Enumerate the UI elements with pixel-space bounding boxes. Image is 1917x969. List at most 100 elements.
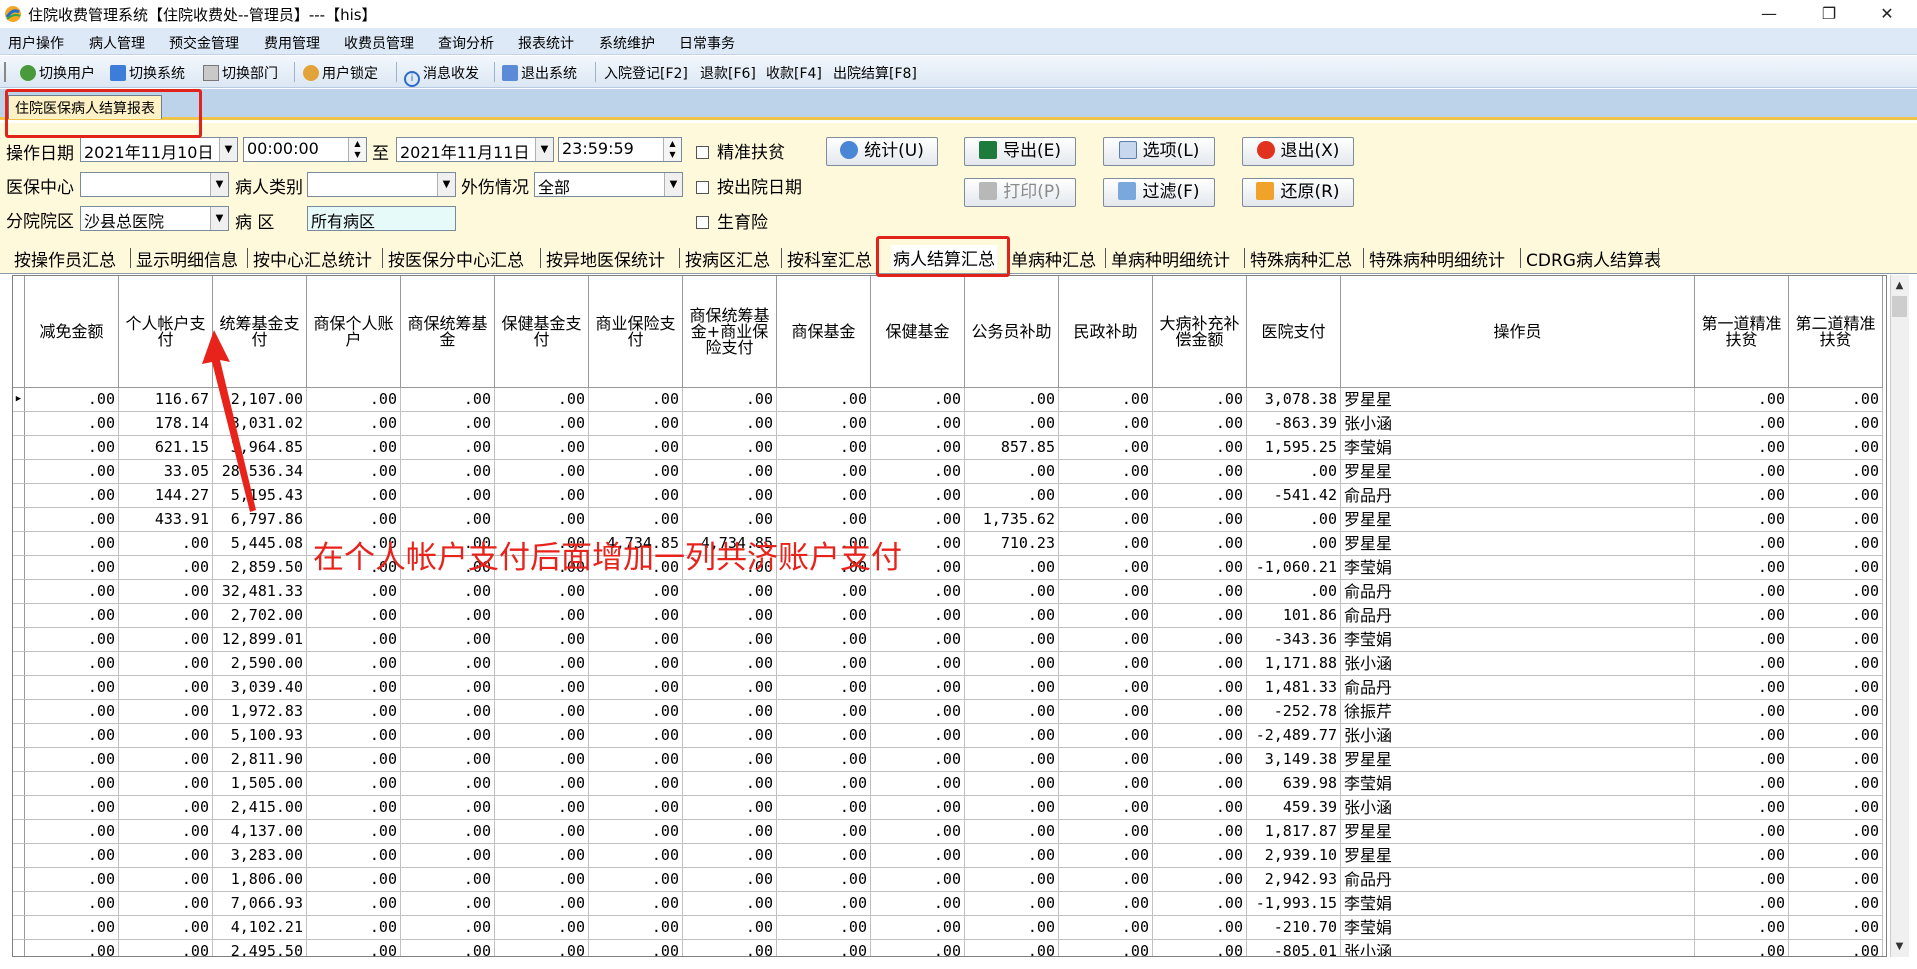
amount-cell[interactable]: .00	[1789, 604, 1883, 628]
amount-cell[interactable]: .00	[1153, 892, 1247, 916]
amount-cell[interactable]: .00	[683, 676, 777, 700]
amount-cell[interactable]: .00	[683, 652, 777, 676]
amount-cell[interactable]: .00	[495, 388, 589, 412]
amount-cell[interactable]: 2,590.00	[213, 652, 307, 676]
amount-cell[interactable]: .00	[1153, 820, 1247, 844]
amount-cell[interactable]: .00	[777, 460, 871, 484]
row-indicator[interactable]	[13, 436, 25, 460]
amount-cell[interactable]: .00	[871, 460, 965, 484]
amount-cell[interactable]: .00	[1789, 820, 1883, 844]
amount-cell[interactable]: .00	[965, 412, 1059, 436]
amount-cell[interactable]: .00	[119, 532, 213, 556]
date-from-picker[interactable]: 2021年11月10日 ▼	[80, 137, 238, 162]
amount-cell[interactable]: .00	[1153, 436, 1247, 460]
amount-cell[interactable]: -541.42	[1247, 484, 1341, 508]
amount-cell[interactable]: .00	[871, 652, 965, 676]
operator-cell[interactable]: 罗星星	[1341, 820, 1695, 844]
amount-cell[interactable]: .00	[1059, 604, 1153, 628]
row-indicator[interactable]	[13, 676, 25, 700]
amount-cell[interactable]: .00	[1059, 844, 1153, 868]
amount-cell[interactable]: .00	[1695, 772, 1789, 796]
amount-cell[interactable]: .00	[871, 604, 965, 628]
amount-cell[interactable]: .00	[25, 796, 119, 820]
amount-cell[interactable]: .00	[307, 676, 401, 700]
amount-cell[interactable]: .00	[589, 436, 683, 460]
current-row-indicator-icon[interactable]: ▶	[13, 388, 25, 412]
amount-cell[interactable]: .00	[495, 844, 589, 868]
amount-cell[interactable]: .00	[777, 508, 871, 532]
amount-cell[interactable]: .00	[965, 484, 1059, 508]
operator-cell[interactable]: 李莹娟	[1341, 436, 1695, 460]
table-row[interactable]: .00 33.05 28,536.34.00.00.00.00.00.00.00.0…	[13, 460, 1883, 484]
row-indicator[interactable]	[13, 796, 25, 820]
amount-cell[interactable]: .00	[871, 724, 965, 748]
amount-cell[interactable]: .00	[589, 628, 683, 652]
amount-cell[interactable]: .00	[1789, 892, 1883, 916]
amount-cell[interactable]: .00	[25, 460, 119, 484]
amount-cell[interactable]: .00	[401, 388, 495, 412]
amount-cell[interactable]: .00	[495, 820, 589, 844]
amount-cell[interactable]: 5,100.93	[213, 724, 307, 748]
amount-cell[interactable]: .00	[1153, 508, 1247, 532]
chevron-down-icon[interactable]: ▼	[535, 138, 553, 161]
amount-cell[interactable]: .00	[1059, 916, 1153, 940]
amount-cell[interactable]: .00	[307, 916, 401, 940]
amount-cell[interactable]: -252.78	[1247, 700, 1341, 724]
amount-cell[interactable]: .00	[871, 748, 965, 772]
amount-cell[interactable]: .00	[1789, 388, 1883, 412]
amount-cell[interactable]: 2,942.93	[1247, 868, 1341, 892]
amount-cell[interactable]: 1,817.87	[1247, 820, 1341, 844]
amount-cell[interactable]: .00	[683, 412, 777, 436]
menu-query-analysis[interactable]: 查询分析	[438, 33, 494, 53]
amount-cell[interactable]: 1,806.00	[213, 868, 307, 892]
table-row[interactable]: .00.00 2,590.00.00.00.00.00.00.00.00.00.0…	[13, 652, 1883, 676]
amount-cell[interactable]: .00	[1789, 844, 1883, 868]
refund-button[interactable]: 退款[F6]	[700, 63, 756, 83]
amount-cell[interactable]: 639.98	[1247, 772, 1341, 796]
amount-cell[interactable]: .00	[589, 940, 683, 956]
table-row[interactable]: .00 433.91 6,797.86.00.00.00.00.00.00.00 1,…	[13, 508, 1883, 532]
amount-cell[interactable]: .00	[307, 628, 401, 652]
amount-cell[interactable]: .00	[119, 916, 213, 940]
tab-single-disease-detail[interactable]: 单病种明细统计	[1111, 246, 1230, 271]
amount-cell[interactable]: .00	[1153, 532, 1247, 556]
amount-cell[interactable]: .00	[777, 892, 871, 916]
tab-by-sub-center[interactable]: 按医保分中心汇总	[388, 246, 524, 271]
operator-cell[interactable]: 罗星星	[1341, 748, 1695, 772]
amount-cell[interactable]: .00	[1059, 460, 1153, 484]
amount-cell[interactable]: 2,939.10	[1247, 844, 1341, 868]
amount-cell[interactable]: .00	[1153, 412, 1247, 436]
amount-cell[interactable]: .00	[495, 892, 589, 916]
operator-cell[interactable]: 李莹娟	[1341, 916, 1695, 940]
operator-cell[interactable]: 罗星星	[1341, 508, 1695, 532]
amount-cell[interactable]: -863.39	[1247, 412, 1341, 436]
amount-cell[interactable]: .00	[25, 676, 119, 700]
amount-cell[interactable]: .00	[777, 580, 871, 604]
amount-cell[interactable]: 1,735.62	[965, 508, 1059, 532]
amount-cell[interactable]: .00	[1247, 532, 1341, 556]
amount-cell[interactable]: .00	[25, 700, 119, 724]
amount-cell[interactable]: .00	[25, 484, 119, 508]
amount-cell[interactable]: .00	[495, 604, 589, 628]
amount-cell[interactable]: .00	[25, 532, 119, 556]
amount-cell[interactable]: .00	[1789, 484, 1883, 508]
amount-cell[interactable]: .00	[777, 724, 871, 748]
table-row[interactable]: .00.00 32,481.33.00.00.00.00.00.00.00.00.…	[13, 580, 1883, 604]
amount-cell[interactable]: .00	[1789, 580, 1883, 604]
amount-cell[interactable]: .00	[25, 748, 119, 772]
ward-input[interactable]: 所有病区	[307, 206, 456, 231]
amount-cell[interactable]: .00	[683, 580, 777, 604]
amount-cell[interactable]: 7,066.93	[213, 892, 307, 916]
charge-button[interactable]: 收款[F4]	[766, 63, 822, 83]
amount-cell[interactable]: .00	[965, 916, 1059, 940]
amount-cell[interactable]: .00	[1059, 796, 1153, 820]
amount-cell[interactable]: .00	[307, 820, 401, 844]
amount-cell[interactable]: -343.36	[1247, 628, 1341, 652]
amount-cell[interactable]: .00	[1789, 724, 1883, 748]
amount-cell[interactable]: .00	[1789, 436, 1883, 460]
amount-cell[interactable]: .00	[871, 868, 965, 892]
amount-cell[interactable]: .00	[307, 388, 401, 412]
amount-cell[interactable]: .00	[1059, 700, 1153, 724]
amount-cell[interactable]: .00	[1153, 772, 1247, 796]
amount-cell[interactable]: .00	[777, 484, 871, 508]
